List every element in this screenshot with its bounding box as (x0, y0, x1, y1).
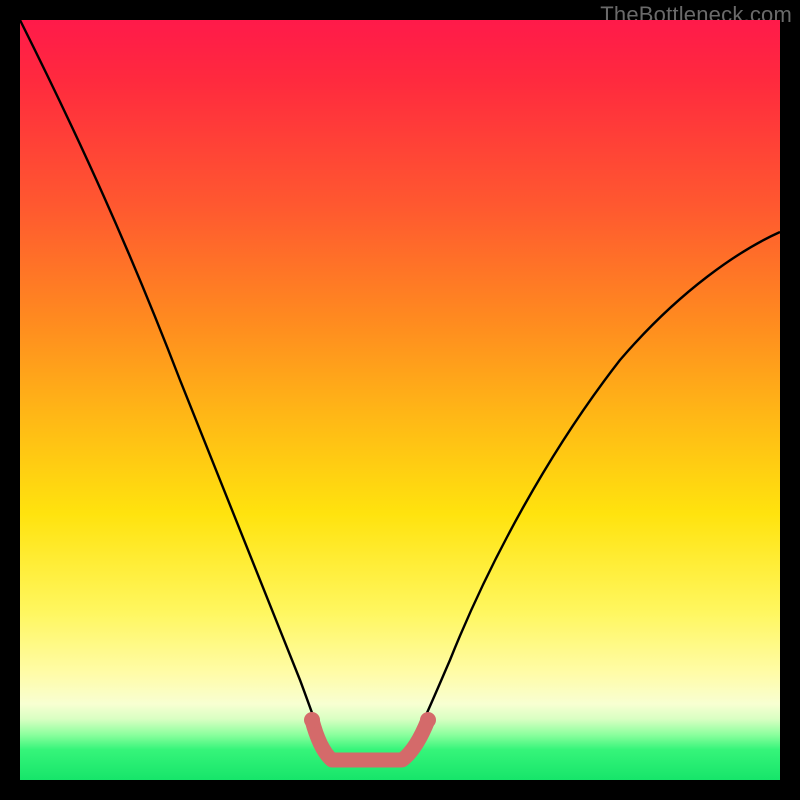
bottleneck-curve-path (20, 20, 780, 760)
optimal-band-start-dot (304, 712, 320, 728)
chart-frame: TheBottleneck.com (0, 0, 800, 800)
curve-svg (20, 20, 780, 780)
optimal-band-end-dot (420, 712, 436, 728)
plot-area (20, 20, 780, 780)
optimal-band-path (312, 720, 428, 760)
